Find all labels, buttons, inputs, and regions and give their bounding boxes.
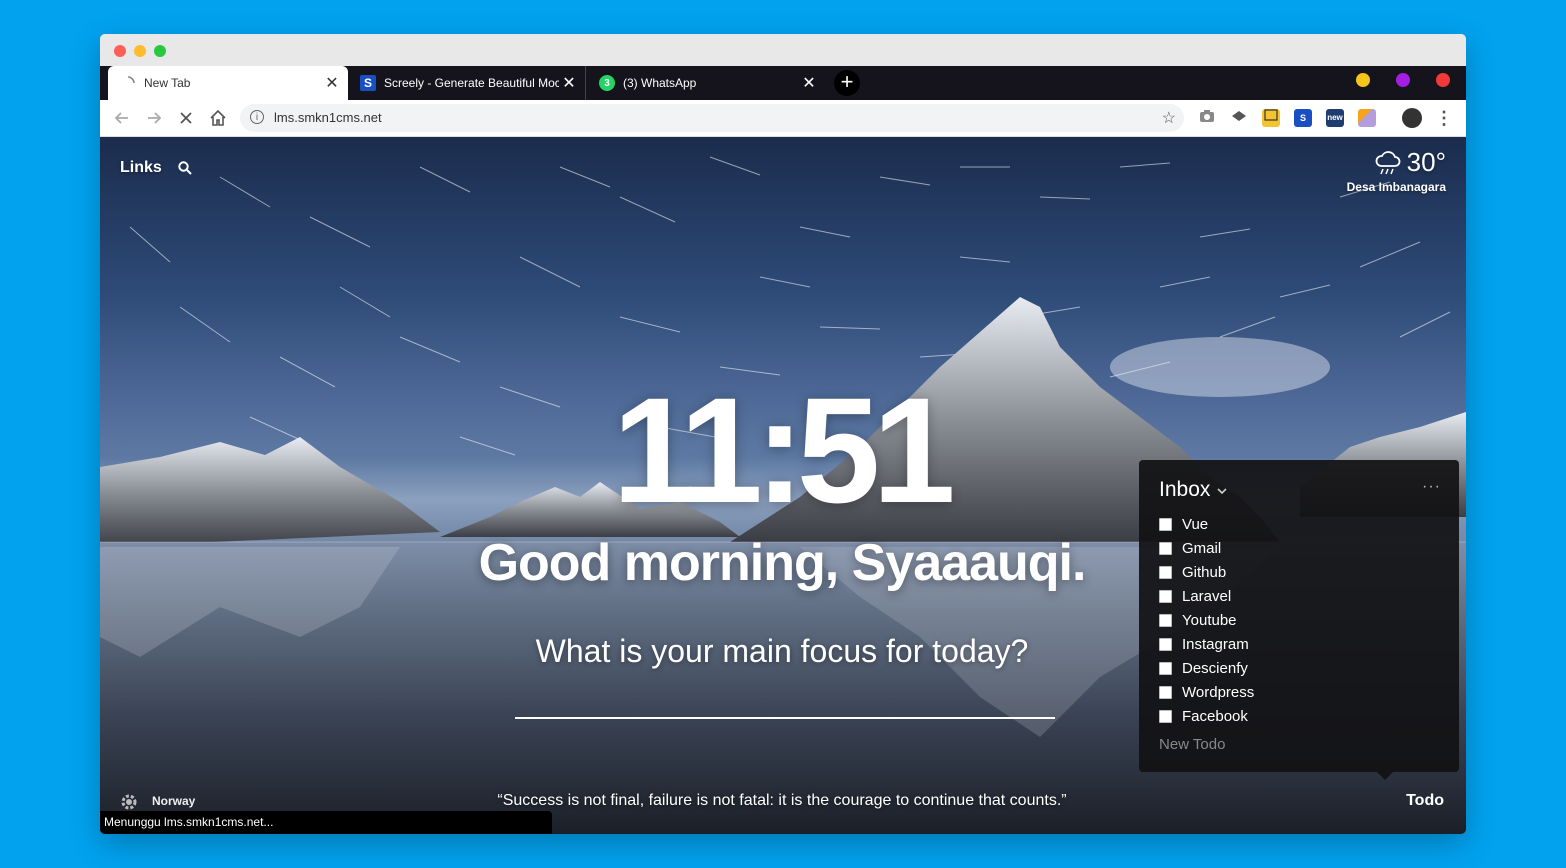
todo-checkbox[interactable] <box>1159 709 1172 723</box>
home-icon[interactable] <box>206 106 230 130</box>
todo-item-label[interactable]: Youtube <box>1182 612 1237 629</box>
whatsapp-icon: 3 <box>599 75 615 91</box>
tab-close-button[interactable]: ✕ <box>559 73 579 93</box>
todo-checkbox[interactable] <box>1159 589 1172 603</box>
greeting: Good morning, Syaaauqi. <box>478 534 1087 592</box>
todo-item-label[interactable]: Facebook <box>1182 708 1248 725</box>
todo-item-label[interactable]: Github <box>1182 564 1226 581</box>
todo-button[interactable]: Todo <box>1406 792 1444 810</box>
camera-icon[interactable] <box>1198 109 1216 127</box>
todo-panel-pointer <box>1377 772 1393 780</box>
stop-loading-icon[interactable] <box>174 106 198 130</box>
tab-close-button[interactable]: ✕ <box>322 73 342 93</box>
todo-checkbox[interactable] <box>1159 517 1172 531</box>
todo-item: Descienfy <box>1159 656 1254 680</box>
todo-list-selector[interactable]: Inbox <box>1159 478 1228 502</box>
yellow-dot-icon[interactable] <box>1356 73 1370 87</box>
new-ext-icon[interactable]: new <box>1326 109 1344 127</box>
photo-location[interactable]: Norway <box>152 794 195 808</box>
todo-list-title: Inbox <box>1159 478 1211 501</box>
focus-question: What is your main focus for today? <box>535 633 1029 669</box>
momentum-dashboard: Links 30° Desa Imbanagara 11:51 Good mor… <box>100 137 1466 834</box>
back-arrow-icon[interactable] <box>110 106 134 130</box>
browser-toolbar: i lms.smkn1cms.net ☆ S new ⋮ <box>100 100 1466 137</box>
layers-icon[interactable] <box>1230 109 1248 127</box>
todo-item: Laravel <box>1159 584 1254 608</box>
tab-whatsapp[interactable]: 3 (3) WhatsApp ✕ <box>587 66 825 100</box>
todo-item-label[interactable]: Wordpress <box>1182 684 1254 701</box>
todo-item: Gmail <box>1159 536 1254 560</box>
tab-new-tab[interactable]: New Tab ✕ <box>108 66 348 100</box>
todo-item: Vue <box>1159 512 1254 536</box>
url-text: lms.smkn1cms.net <box>274 110 382 125</box>
weather-location: Desa Imbanagara <box>1346 180 1446 194</box>
todo-item: Wordpress <box>1159 680 1254 704</box>
daily-quote: “Success is not final, failure is not fa… <box>497 792 1067 809</box>
focus-input[interactable] <box>515 717 1055 719</box>
todo-item-label[interactable]: Instagram <box>1182 636 1249 653</box>
tab-label: (3) WhatsApp <box>623 76 697 90</box>
minimize-window-button[interactable] <box>134 45 146 57</box>
screely-ext-icon[interactable]: S <box>1294 109 1312 127</box>
forward-arrow-icon[interactable] <box>142 106 166 130</box>
new-todo-input[interactable]: New Todo <box>1159 736 1225 753</box>
weather-temperature: 30° <box>1406 147 1446 177</box>
tab-label: New Tab <box>144 76 191 90</box>
todo-item: Youtube <box>1159 608 1254 632</box>
todo-list: Vue Gmail Github Laravel Youtube Instagr… <box>1159 512 1254 728</box>
todo-checkbox[interactable] <box>1159 565 1172 579</box>
gear-icon[interactable] <box>120 793 138 811</box>
tab-strip: New Tab ✕ S Screely - Generate Beautiful… <box>100 66 1466 100</box>
todo-more-menu[interactable]: ··· <box>1422 478 1441 496</box>
todo-checkbox[interactable] <box>1159 637 1172 651</box>
todo-checkbox[interactable] <box>1159 541 1172 555</box>
browser-window: New Tab ✕ S Screely - Generate Beautiful… <box>100 34 1466 834</box>
tab-screely[interactable]: S Screely - Generate Beautiful Mockups ✕ <box>348 66 586 100</box>
address-bar[interactable]: i lms.smkn1cms.net ☆ <box>240 104 1184 132</box>
todo-checkbox[interactable] <box>1159 613 1172 627</box>
chevron-down-icon <box>1217 488 1227 495</box>
status-bar: Menunggu lms.smkn1cms.net... <box>100 811 552 834</box>
purple-dot-icon[interactable] <box>1396 73 1410 87</box>
browser-menu-icon[interactable]: ⋮ <box>1432 106 1456 130</box>
todo-checkbox[interactable] <box>1159 685 1172 699</box>
clock: 11:51 <box>612 366 955 534</box>
todo-item-label[interactable]: Descienfy <box>1182 660 1248 677</box>
todo-item-label[interactable]: Laravel <box>1182 588 1231 605</box>
screely-logo-icon: S <box>360 75 376 91</box>
bookmark-star-icon[interactable]: ☆ <box>1162 108 1176 128</box>
todo-item: Facebook <box>1159 704 1254 728</box>
maximize-window-button[interactable] <box>154 45 166 57</box>
new-tab-button[interactable]: + <box>834 70 860 96</box>
loading-spinner-icon <box>120 75 136 91</box>
todo-item: Github <box>1159 560 1254 584</box>
close-window-button[interactable] <box>114 45 126 57</box>
rain-cloud-icon <box>1375 150 1401 174</box>
todo-item: Instagram <box>1159 632 1254 656</box>
todo-item-label[interactable]: Vue <box>1182 516 1208 533</box>
color-picker-icon[interactable] <box>1358 109 1376 127</box>
todo-item-label[interactable]: Gmail <box>1182 540 1221 557</box>
search-icon[interactable] <box>178 161 192 175</box>
red-dot-icon[interactable] <box>1436 73 1450 87</box>
weather-widget[interactable]: 30° Desa Imbanagara <box>1347 147 1446 194</box>
tab-close-button[interactable]: ✕ <box>799 73 819 93</box>
links-button[interactable]: Links <box>120 159 162 177</box>
site-info-icon[interactable]: i <box>250 110 264 124</box>
todo-panel: Inbox ··· Vue Gmail Github Laravel Youtu… <box>1139 460 1459 772</box>
cast-icon[interactable] <box>1262 109 1280 127</box>
profile-avatar[interactable] <box>1402 108 1422 128</box>
title-bar <box>100 34 1466 66</box>
todo-checkbox[interactable] <box>1159 661 1172 675</box>
new-badge: new <box>1327 113 1343 122</box>
tab-label: Screely - Generate Beautiful Mockups <box>384 76 559 90</box>
